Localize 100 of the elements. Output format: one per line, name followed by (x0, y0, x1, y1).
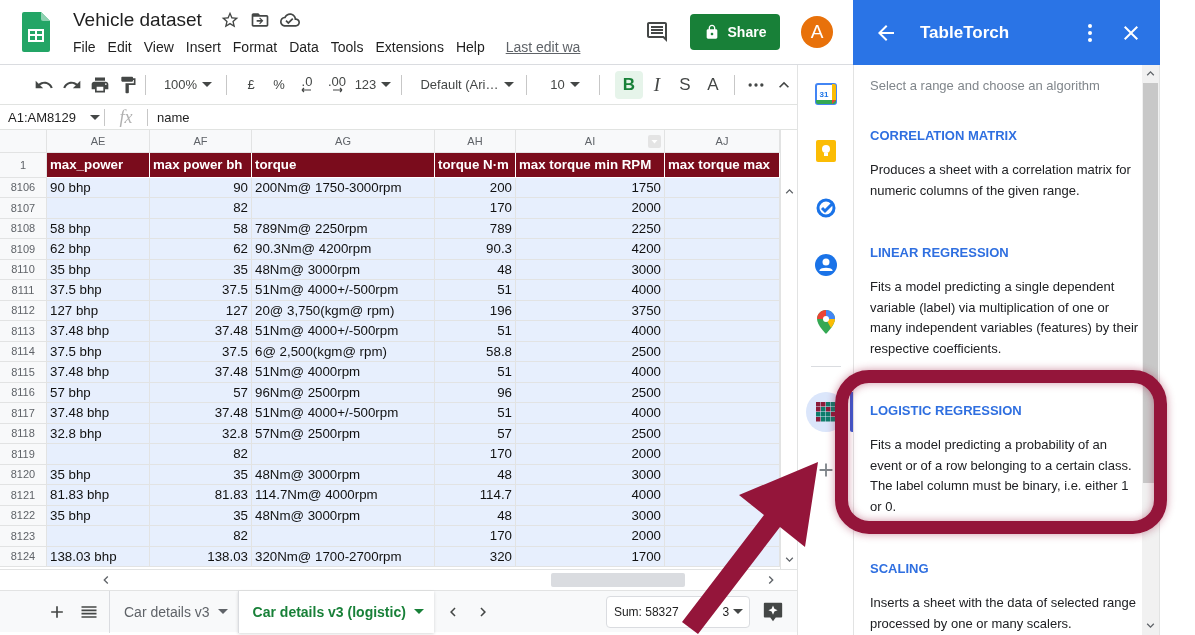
row-number[interactable]: 8107 (0, 198, 47, 219)
table-cell: 90 bhp (47, 177, 150, 198)
table-cell: 200Nm@ 1750-3000rpm (252, 177, 435, 198)
table-cell: 138.03 (150, 546, 252, 567)
row-number[interactable]: 8117 (0, 403, 47, 424)
row-number[interactable]: 8118 (0, 423, 47, 444)
table-cell: 4000 (516, 403, 665, 424)
row-number[interactable]: 8108 (0, 218, 47, 239)
row-number[interactable]: 8109 (0, 239, 47, 260)
table-cell: 35 bhp (47, 259, 150, 280)
table-cell: 90.3 (435, 239, 516, 260)
algorithm-link[interactable]: SCALING (870, 560, 1143, 578)
row-number[interactable]: 8115 (0, 362, 47, 383)
table-cell: 51 (435, 403, 516, 424)
calendar-icon[interactable]: 31 (814, 82, 837, 105)
row-number[interactable]: 8110 (0, 259, 47, 280)
share-button[interactable]: Share (690, 14, 780, 50)
table-cell: 58.8 (435, 341, 516, 362)
table-cell: 35 bhp (47, 505, 150, 526)
table-cell: 82 (150, 198, 252, 219)
menu-item[interactable]: Extensions (375, 39, 444, 55)
table-cell: 96 (435, 382, 516, 403)
italic-button[interactable]: I (643, 70, 671, 99)
table-cell: 170 (435, 526, 516, 547)
table-cell: 37.48 (150, 362, 252, 383)
row-number[interactable]: 8121 (0, 485, 47, 506)
row-number[interactable]: 8119 (0, 444, 47, 465)
table-cell: 51Nm@ 4000rpm (252, 362, 435, 383)
formula-input[interactable]: name (148, 109, 190, 125)
column-header[interactable]: AI (516, 130, 665, 153)
table-cell: 138.03 bhp (47, 546, 150, 567)
table-cell: 51 (435, 321, 516, 342)
percent-format-button[interactable]: % (268, 70, 290, 99)
column-header[interactable]: AE (47, 130, 150, 153)
menu-item[interactable]: Edit (107, 39, 132, 55)
currency-format-button[interactable]: £ (240, 70, 262, 99)
sheet-tab[interactable]: Car details v3 (109, 590, 238, 633)
name-box[interactable]: A1:AM8129 (0, 109, 104, 125)
document-title[interactable]: Vehicle dataset (73, 9, 202, 31)
text-color-button[interactable]: A (699, 70, 727, 99)
table-cell: 51 (435, 362, 516, 383)
row-number[interactable]: 8114 (0, 341, 47, 362)
menu-item[interactable]: View (143, 39, 174, 55)
table-cell: 4000 (516, 485, 665, 506)
increase-decimals-button[interactable]: .00 (324, 73, 350, 96)
column-header[interactable]: AJ (665, 130, 780, 153)
panel-instructions: Select a range and choose an algorithm (870, 77, 1101, 95)
font-size-dropdown[interactable]: 10 (538, 70, 592, 99)
algorithm-link[interactable]: CORRELATION MATRIX (870, 127, 1143, 145)
column-header[interactable]: AF (150, 130, 252, 153)
algorithm-link[interactable]: LINEAR REGRESSION (870, 244, 1143, 262)
table-cell: 789Nm@ 2250rpm (252, 218, 435, 239)
table-cell: 35 bhp (47, 464, 150, 485)
table-cell: 90 (150, 177, 252, 198)
row-number[interactable]: 8122 (0, 505, 47, 526)
column-header[interactable]: AG (252, 130, 435, 153)
table-cell: 35 (150, 259, 252, 280)
zoom-dropdown[interactable]: 100% (157, 70, 219, 99)
menu-item[interactable]: Data (289, 39, 319, 55)
menu-item[interactable]: File (73, 39, 96, 55)
row-number[interactable]: 8113 (0, 321, 47, 342)
row-number[interactable]: 8106 (0, 177, 47, 198)
menu-item[interactable]: Insert (185, 39, 221, 55)
row-number[interactable]: 8116 (0, 382, 47, 403)
table-cell: 127 bhp (47, 300, 150, 321)
number-format-dropdown[interactable]: 123 (352, 70, 394, 99)
menu-item[interactable]: Format (232, 39, 278, 55)
table-cell: 51 (435, 280, 516, 301)
row-number[interactable]: 8120 (0, 464, 47, 485)
table-cell: 57 (150, 382, 252, 403)
table-cell: 37.48 bhp (47, 403, 150, 424)
table-cell: 96Nm@ 2500rpm (252, 382, 435, 403)
header-cell: max power bh (150, 153, 252, 178)
decrease-decimals-button[interactable]: .0 (294, 73, 320, 96)
sheet-tab[interactable]: Car details v3 (logistic) (237, 590, 434, 633)
algorithm-link[interactable]: LOGISTIC REGRESSION (870, 402, 1143, 420)
table-cell: 37.48 bhp (47, 362, 150, 383)
table-cell: 37.5 (150, 341, 252, 362)
last-edit-link[interactable]: Last edit wa (505, 39, 581, 55)
table-cell: 58 (150, 218, 252, 239)
sum-text: 3 (722, 604, 730, 619)
column-header[interactable]: AH (435, 130, 516, 153)
row-number[interactable]: 8112 (0, 300, 47, 321)
bold-button[interactable]: B (615, 70, 643, 99)
table-cell: 32.8 (150, 423, 252, 444)
table-cell: 4200 (516, 239, 665, 260)
row-number[interactable]: 1 (0, 153, 47, 178)
table-cell: 20@ 3,750(kgm@ rpm) (252, 300, 435, 321)
table-cell: 57 (435, 423, 516, 444)
table-cell: 51Nm@ 4000+/-500rpm (252, 403, 435, 424)
row-number[interactable]: 8111 (0, 280, 47, 301)
row-number[interactable]: 8123 (0, 526, 47, 547)
table-cell: 81.83 bhp (47, 485, 150, 506)
strikethrough-button[interactable]: S (671, 70, 699, 99)
font-dropdown[interactable]: Default (Ari… (415, 70, 519, 99)
table-cell: 58 bhp (47, 218, 150, 239)
table-cell: 35 (150, 464, 252, 485)
menu-item[interactable]: Help (455, 39, 485, 55)
row-number[interactable]: 8124 (0, 546, 47, 567)
menu-item[interactable]: Tools (330, 39, 364, 55)
